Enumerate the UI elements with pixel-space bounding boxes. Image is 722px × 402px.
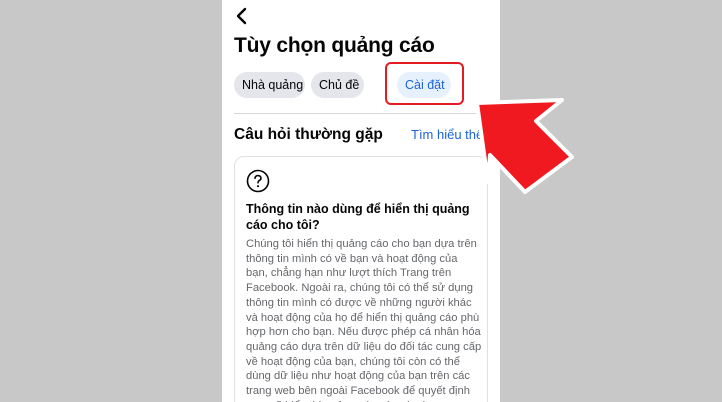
tab-topics[interactable]: Chủ đề xyxy=(311,72,364,98)
tab-settings[interactable]: Cài đặt xyxy=(397,72,451,98)
question-circle-icon xyxy=(246,169,270,193)
faq-heading: Câu hỏi thường gặp xyxy=(234,126,383,143)
tab-advertisers[interactable]: Nhà quảng xyxy=(234,72,305,98)
faq-question: Thông tin nào dùng để hiển thị quảng cáo… xyxy=(246,202,470,232)
divider xyxy=(234,113,500,114)
left-background xyxy=(0,0,222,402)
faq-card: Thông tin nào dùng để hiển thị quảng cáo… xyxy=(234,156,488,402)
faq-answer: Chúng tôi hiển thị quảng cáo cho bạn dựa… xyxy=(246,238,482,402)
learn-more-link[interactable]: Tìm hiểu thê xyxy=(411,127,483,142)
page-title: Tùy chọn quảng cáo xyxy=(234,34,435,57)
right-background xyxy=(500,0,722,402)
chevron-left-icon[interactable] xyxy=(234,6,252,26)
phone-screen: Tùy chọn quảng cáo Nhà quảng Chủ đề Cài … xyxy=(222,0,500,402)
